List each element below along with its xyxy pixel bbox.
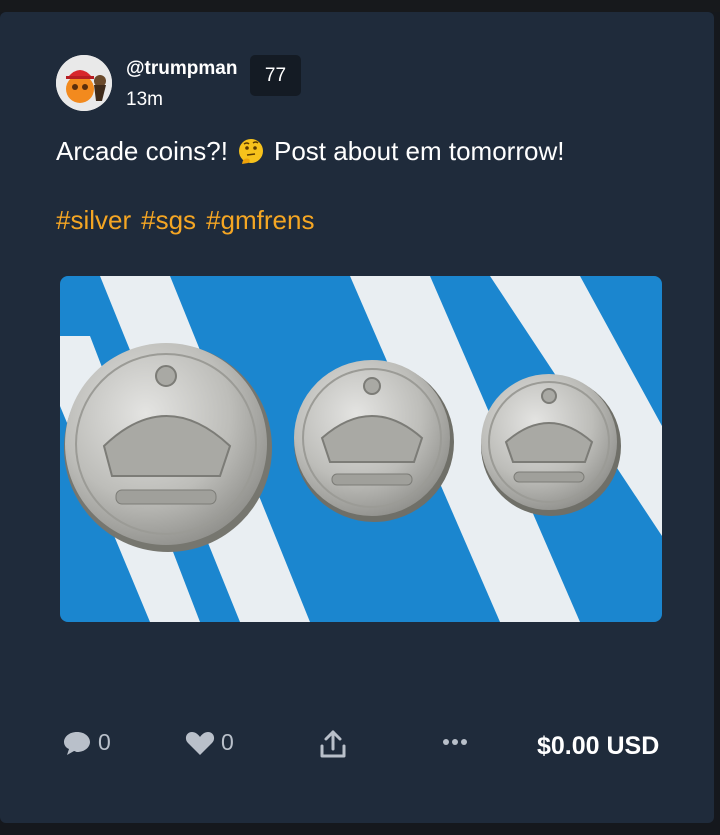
like-count: 0	[221, 729, 234, 755]
timestamp: 13m	[126, 89, 163, 110]
post-image[interactable]	[60, 276, 662, 622]
hashtag-sgs[interactable]: #sgs	[141, 205, 196, 236]
tip-price[interactable]: $0.00 USD	[537, 732, 659, 761]
more-button[interactable]	[442, 738, 468, 746]
hashtag-silver[interactable]: #silver	[56, 205, 131, 236]
comment-button[interactable]: 0	[62, 729, 111, 756]
hashtag-gmfrens[interactable]: #gmfrens	[206, 205, 314, 236]
more-icon	[443, 739, 467, 745]
post-text-end: Post about em tomorrow!	[273, 136, 565, 166]
thinking-face-icon	[238, 138, 263, 164]
like-button[interactable]: 0	[185, 729, 234, 756]
share-icon	[320, 730, 346, 758]
comment-icon	[64, 731, 90, 755]
coins-photo	[60, 276, 662, 622]
score-badge-count: 77	[264, 64, 287, 86]
avatar-image	[56, 55, 112, 111]
username[interactable]: @trumpman	[126, 58, 237, 80]
heart-icon	[185, 731, 215, 755]
post-text: Arcade coins?! Post about em tomorrow!	[56, 136, 564, 167]
avatar[interactable]	[56, 55, 112, 111]
top-bar	[0, 0, 720, 12]
coin-large	[64, 343, 272, 552]
hashtags: #silver #sgs #gmfrens	[56, 205, 314, 236]
score-badge: 77	[250, 55, 301, 96]
comment-count: 0	[98, 729, 111, 755]
post-text-start: Arcade coins?!	[56, 136, 228, 166]
share-button[interactable]	[318, 729, 348, 759]
action-bar: 0 0 $0.00 USD	[0, 720, 714, 770]
